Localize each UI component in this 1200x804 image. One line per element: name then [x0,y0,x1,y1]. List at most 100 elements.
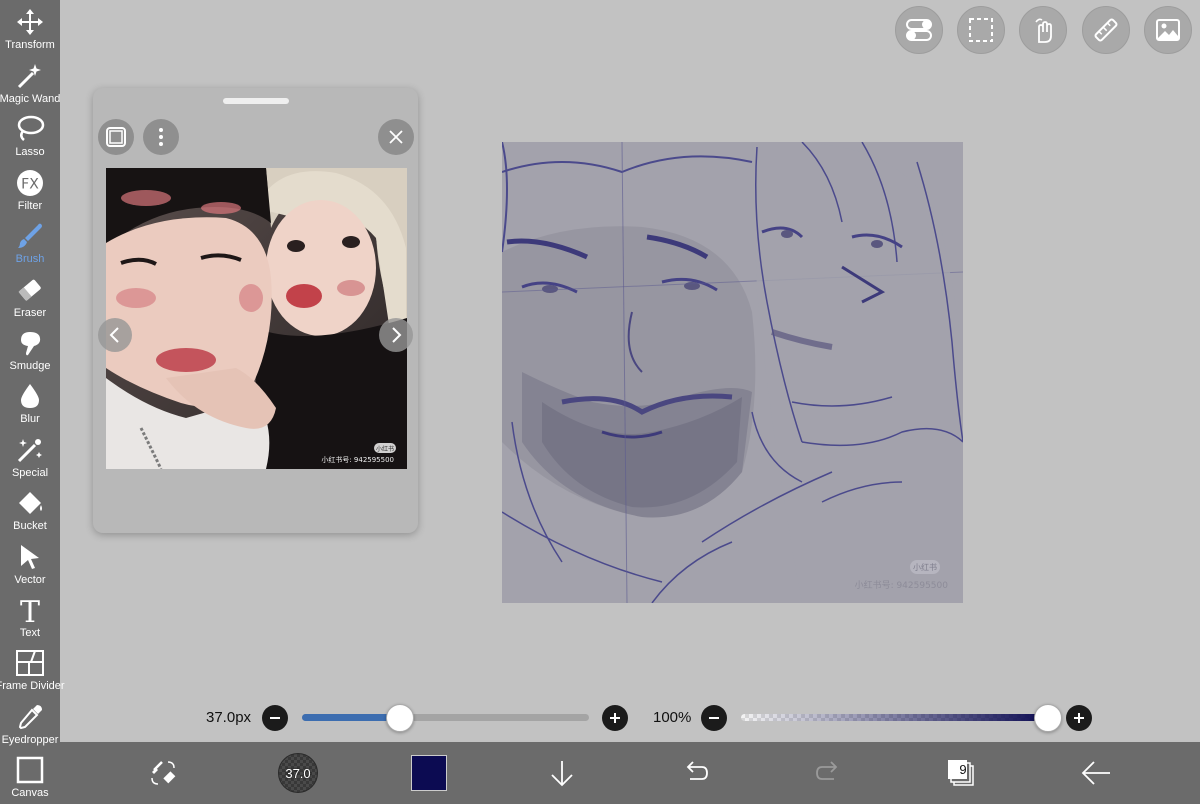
photo-caption: 小红书号: 942595500 [321,455,394,464]
reference-window[interactable]: 小红书 小红书号: 942595500 [93,88,418,533]
tool-label: Smudge [9,360,51,372]
tool-bucket[interactable]: Bucket [0,483,60,536]
brush-size-thumb[interactable] [385,704,414,732]
magic-wand-icon [13,59,47,93]
toggle-button[interactable] [895,6,943,54]
minus-icon [709,717,719,719]
layer-count: 9 [959,762,967,777]
tool-magic-wand[interactable]: Magic Wand [0,56,60,109]
arrow-down-icon [551,761,573,787]
brush-size-decrease-button[interactable] [262,705,288,731]
lasso-icon [13,112,47,146]
tool-filter[interactable]: FX Filter [0,163,60,216]
tool-label: Magic Wand [0,93,61,105]
bucket-icon [13,486,47,520]
photo-watermark: 小红书 [376,445,394,453]
tool-text[interactable]: T Text [0,590,60,643]
gallery-icon [1156,19,1180,41]
reference-drag-handle[interactable] [223,98,289,104]
tool-smudge[interactable]: Smudge [0,323,60,376]
reference-fit-button[interactable] [98,119,134,155]
tool-special[interactable]: Special [0,430,60,483]
tool-label: Bucket [13,520,47,532]
redo-icon [816,761,838,780]
plus-icon [610,713,620,723]
brush-preview-button[interactable]: 37.0 [273,748,323,798]
tool-canvas[interactable]: Canvas [0,750,60,803]
artwork-caption: 小红书号: 942595500 [855,579,949,591]
layers-button[interactable]: 9 [938,750,984,796]
tool-eyedropper[interactable]: Eyedropper [0,697,60,750]
text-icon: T [13,593,47,627]
reference-prev-button[interactable] [98,318,132,352]
plus-icon [1074,713,1084,723]
svg-text:T: T [20,595,40,625]
current-color-swatch [411,755,447,791]
eraser-icon [13,273,47,307]
download-button[interactable] [539,750,585,796]
smudge-icon [13,326,47,360]
chevron-left-icon [109,327,119,343]
tool-label: Special [11,467,49,479]
ruler-button[interactable] [1082,6,1130,54]
brush-icon [13,219,47,253]
reference-photo-illustration: 小红书 小红书号: 942595500 [106,168,407,469]
tool-eraser[interactable]: Eraser [0,270,60,323]
reference-close-button[interactable] [378,119,414,155]
tool-label: Vector [14,574,46,586]
sketch-artwork: 小红书 小红书号: 942595500 [502,142,963,603]
bottom-bar: 37.0 9 [60,742,1200,804]
tool-frame-divider[interactable]: Frame Divider [0,643,65,696]
brush-eraser-swap-icon [151,761,176,785]
square-frame-icon [106,127,126,147]
undo-icon [686,761,708,780]
transform-icon [13,5,47,39]
redo-button[interactable] [806,750,852,796]
canvas-icon [13,753,47,787]
selection-button[interactable] [957,6,1005,54]
chevron-right-icon [392,327,402,343]
artwork-watermark: 小红书 [913,562,937,572]
reference-more-button[interactable] [143,119,179,155]
touch-hand-icon [1035,18,1052,43]
reference-photo: 小红书 小红书号: 942595500 [106,168,407,469]
brush-size-fill [302,714,400,721]
tool-vector[interactable]: Vector [0,537,60,590]
blur-drop-icon [13,379,47,413]
tool-transform[interactable]: Transform [0,2,60,55]
tool-label: Eraser [13,307,47,319]
opacity-track[interactable] [741,714,1048,721]
opacity-increase-button[interactable] [1066,705,1092,731]
tool-label: Canvas [11,787,49,799]
opacity-decrease-button[interactable] [701,705,727,731]
more-vertical-icon [159,128,163,146]
gallery-button[interactable] [1144,6,1192,54]
tool-lasso[interactable]: Lasso [0,109,60,162]
color-swatch-button[interactable] [406,750,452,796]
left-toolbar: Transform Magic Wand Lasso FX Filter Brush Era… [0,0,65,804]
tool-label: Blur [20,413,40,425]
close-icon [389,130,403,144]
toggle-icon [906,19,932,41]
svg-text:FX: FX [21,177,39,193]
opacity-thumb[interactable] [1034,704,1062,732]
vector-cursor-icon [13,540,47,574]
swap-tool-button[interactable] [140,750,186,796]
reference-next-button[interactable] [379,318,413,352]
tool-label: Text [19,627,41,639]
back-button[interactable] [1073,750,1119,796]
drawing-canvas[interactable]: 小红书 小红书号: 942595500 [502,142,963,603]
minus-icon [270,717,280,719]
tool-brush[interactable]: Brush [0,216,60,269]
undo-button[interactable] [672,750,718,796]
tool-label: Filter [17,200,43,212]
tool-label: Brush [15,253,45,265]
touch-button[interactable] [1019,6,1067,54]
ruler-icon [1094,18,1118,42]
eyedropper-icon [13,700,47,734]
tool-label: Lasso [15,146,45,158]
brush-size-increase-button[interactable] [602,705,628,731]
tool-label: Eyedropper [1,734,59,746]
tool-blur[interactable]: Blur [0,376,60,429]
arrow-left-icon [1081,761,1110,785]
